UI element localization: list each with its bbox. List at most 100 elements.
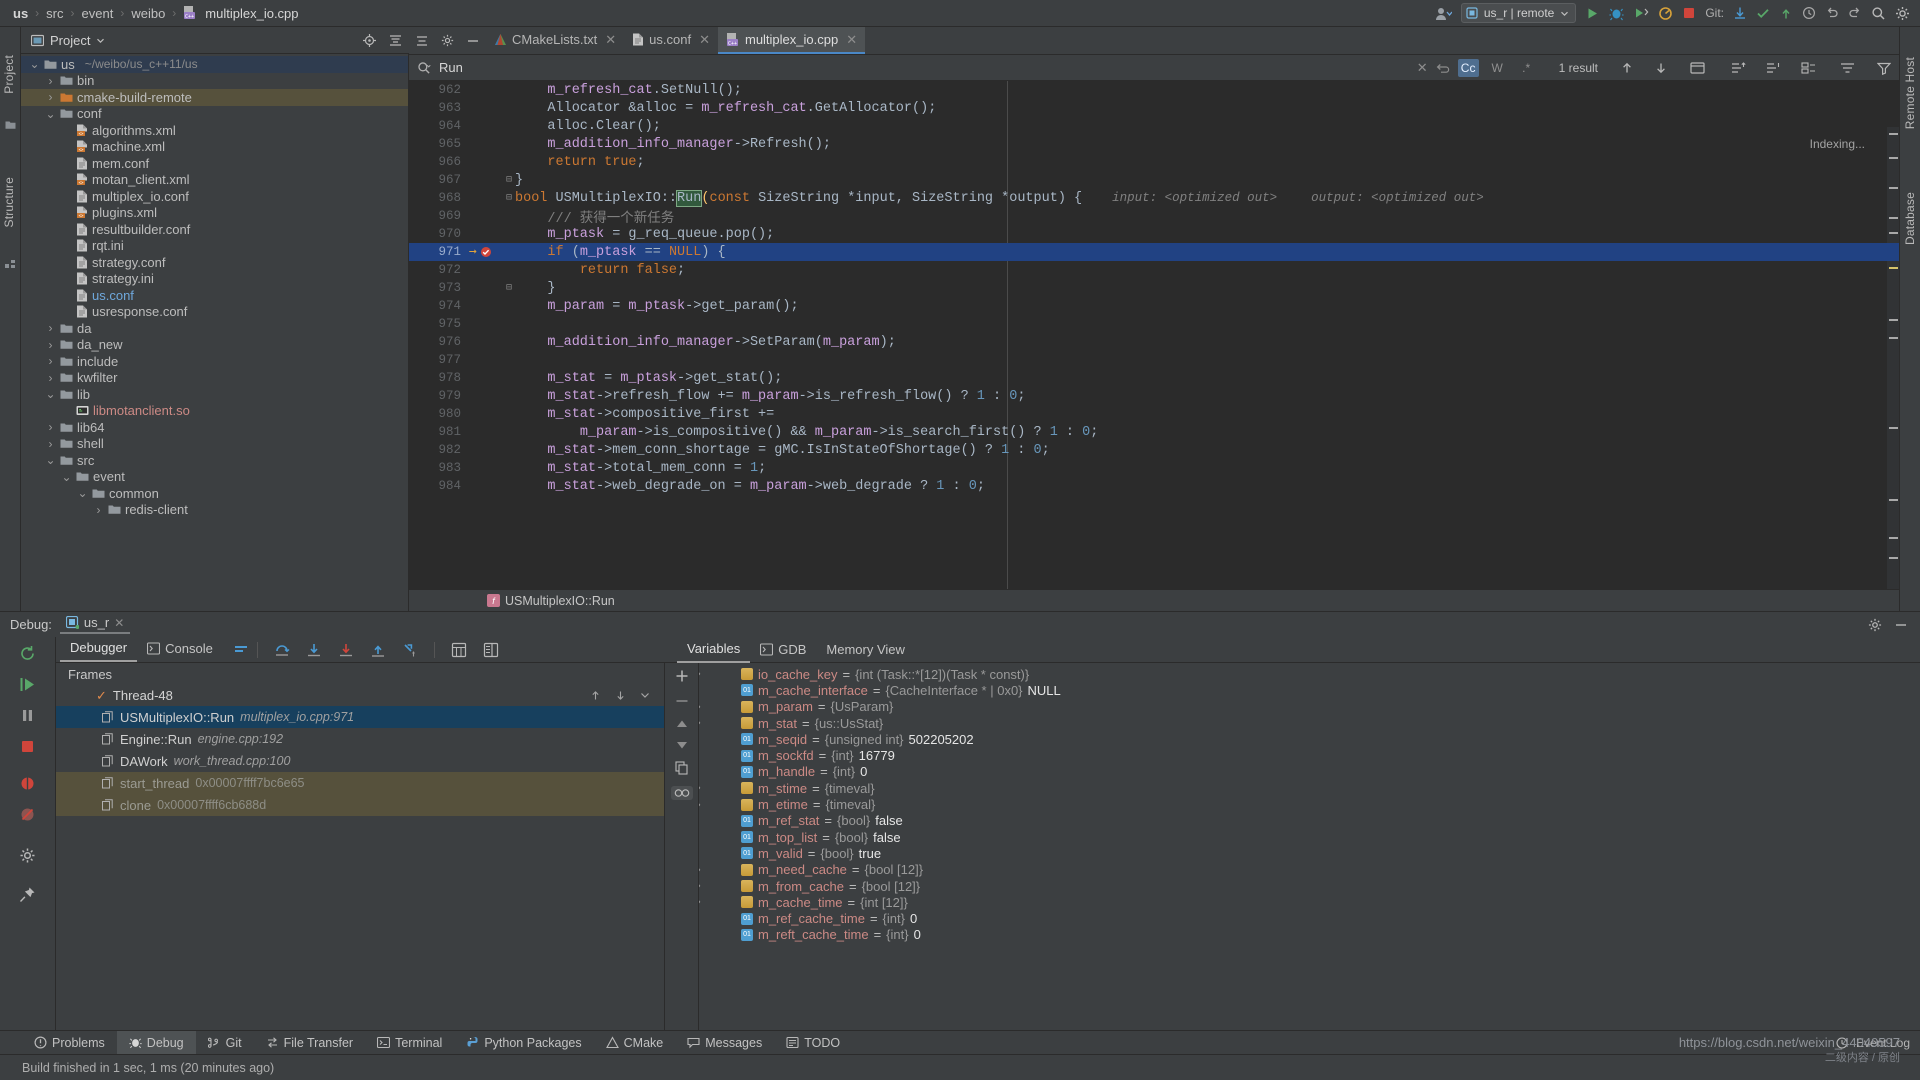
tab-variables[interactable]: Variables: [677, 638, 751, 663]
breadcrumb-item-3[interactable]: weibo: [128, 6, 168, 21]
tab-debugger[interactable]: Debugger: [60, 637, 138, 662]
code-editor[interactable]: Indexing... 962 m_refresh_cat.SetNull();…: [409, 81, 1899, 611]
chevron-right-icon[interactable]: ›: [699, 701, 701, 713]
project-tree-item-da-new[interactable]: › da_new: [21, 337, 408, 354]
find-next-icon[interactable]: [1654, 61, 1668, 75]
match-case-toggle[interactable]: Cc: [1457, 58, 1479, 77]
variable-row[interactable]: 01 m_sockfd = {int} 16779: [699, 747, 1899, 763]
editor-breadcrumb-bottom[interactable]: f USMultiplexIO::Run: [409, 589, 1899, 611]
chevron-right-icon[interactable]: ›: [45, 437, 56, 451]
chevron-right-icon[interactable]: ›: [45, 90, 56, 104]
variable-row[interactable]: 01 m_ref_cache_time = {int} 0: [699, 910, 1899, 926]
project-tree-item-machine-xml[interactable]: <> machine.xml: [21, 139, 408, 156]
tool-window-tab-database[interactable]: Database: [1903, 192, 1917, 245]
move-down-icon[interactable]: [676, 740, 688, 750]
project-tree-item-resultbuilder-conf[interactable]: resultbuilder.conf: [21, 221, 408, 238]
code-line-974[interactable]: 974 m_param = m_ptask->get_param();: [409, 297, 1899, 315]
editor-tab-multiplex-io-cpp[interactable]: C++ multiplex_io.cpp ✕: [717, 27, 866, 54]
project-tree-item-us[interactable]: ⌄ us ~/weibo/us_c++11/us: [21, 56, 408, 73]
frame-down-icon[interactable]: [615, 690, 626, 701]
editor-gear-icon[interactable]: [435, 27, 460, 54]
code-line-977[interactable]: 977: [409, 351, 1899, 369]
gutter-markers[interactable]: ➞: [469, 246, 503, 259]
editor-tab-cmakelists[interactable]: CMakeLists.txt ✕: [486, 27, 624, 54]
close-icon[interactable]: ✕: [114, 616, 124, 630]
layout-settings-icon[interactable]: [483, 642, 499, 658]
project-tree-item-usresponse-conf[interactable]: usresponse.conf: [21, 304, 408, 321]
run-with-coverage-button[interactable]: [1633, 6, 1649, 21]
step-into-icon[interactable]: [306, 642, 322, 658]
code-line-982[interactable]: 982 m_stat->mem_conn_shortage = gMC.IsIn…: [409, 441, 1899, 459]
find-input[interactable]: Run: [439, 60, 463, 75]
code-line-968[interactable]: 968 ⊟ bool USMultiplexIO::Run(const SizeSt…: [409, 189, 1899, 207]
code-line-972[interactable]: 972 return false;: [409, 261, 1899, 279]
chevron-right-icon[interactable]: ›: [45, 321, 56, 335]
chevron-down-icon[interactable]: ⌄: [61, 471, 72, 483]
variable-row[interactable]: 01 m_top_list = {bool} false: [699, 829, 1899, 845]
status-button-python-packages[interactable]: Python Packages: [454, 1036, 593, 1050]
project-tree-item-algorithms-xml[interactable]: <> algorithms.xml: [21, 122, 408, 139]
chevron-down-icon[interactable]: ⌄: [45, 388, 56, 400]
code-line-971[interactable]: 971 ➞ if (m_ptask == NULL) {: [409, 243, 1899, 261]
variable-row[interactable]: › m_cache_time={int [12]}: [699, 894, 1899, 910]
sort-occurrences-icon[interactable]: [1840, 61, 1855, 75]
variable-row[interactable]: 01 m_handle = {int} 0: [699, 764, 1899, 780]
project-tree-item-include[interactable]: › include: [21, 353, 408, 370]
settings-icon[interactable]: [19, 847, 36, 864]
code-line-976[interactable]: 976 m_addition_info_manager->SetParam(m_…: [409, 333, 1899, 351]
project-tree-item-us-conf[interactable]: us.conf: [21, 287, 408, 304]
project-tree-item-bin[interactable]: › bin: [21, 73, 408, 90]
chevron-right-icon[interactable]: ›: [699, 896, 701, 908]
breadcrumb-item-4[interactable]: multiplex_io.cpp: [202, 6, 301, 21]
code-line-983[interactable]: 983 m_stat->total_mem_conn = 1;: [409, 459, 1899, 477]
status-button-debug[interactable]: Debug: [116, 1030, 196, 1055]
project-tree-item-motan-client-xml[interactable]: <> motan_client.xml: [21, 172, 408, 189]
tool-window-tab-project[interactable]: Project: [2, 55, 16, 94]
redo-icon[interactable]: [1848, 6, 1862, 20]
code-line-966[interactable]: 966 return true;: [409, 153, 1899, 171]
project-tree-item-mem-conf[interactable]: mem.conf: [21, 155, 408, 172]
project-tree-item-da[interactable]: › da: [21, 320, 408, 337]
frames-list[interactable]: USMultiplexIO::Run multiplex_io.cpp:971 En…: [56, 706, 664, 816]
status-button-todo[interactable]: TODO: [774, 1036, 852, 1050]
run-to-cursor-icon[interactable]: [402, 642, 418, 658]
code-line-975[interactable]: 975: [409, 315, 1899, 333]
regex-toggle[interactable]: .*: [1516, 59, 1537, 77]
breadcrumb-item-1[interactable]: src: [43, 6, 66, 21]
move-up-icon[interactable]: [676, 719, 688, 729]
frame-row[interactable]: clone 0x00007ffff6cb688d: [56, 794, 664, 816]
gear-icon[interactable]: [1868, 618, 1882, 632]
status-button-file-transfer[interactable]: File Transfer: [254, 1036, 365, 1050]
git-update-icon[interactable]: [1733, 6, 1747, 20]
chevron-down-icon[interactable]: ⌄: [29, 58, 40, 70]
code-line-967[interactable]: 967 ⊟}: [409, 171, 1899, 189]
find-history-icon[interactable]: [1436, 61, 1450, 75]
project-tree-item-libmotanclient-so[interactable]: libmotanclient.so: [21, 403, 408, 420]
chevron-right-icon[interactable]: ›: [699, 668, 701, 680]
variable-row[interactable]: 01 m_valid = {bool} true: [699, 845, 1899, 861]
frame-row[interactable]: Engine::Run engine.cpp:192: [56, 728, 664, 750]
code-line-963[interactable]: 963 Allocator &alloc = m_refresh_cat.Get…: [409, 99, 1899, 117]
git-commit-icon[interactable]: [1756, 6, 1770, 20]
project-tree-item-redis-client[interactable]: › redis-client: [21, 502, 408, 519]
tab-console[interactable]: Console: [137, 638, 223, 661]
code-line-980[interactable]: 980 m_stat->compositive_first +=: [409, 405, 1899, 423]
project-tree-item-cmake-build-remote[interactable]: › cmake-build-remote: [21, 89, 408, 106]
editor-tab-usconf[interactable]: us.conf ✕: [624, 27, 718, 54]
project-tree-item-multiplex-io-conf[interactable]: multiplex_io.conf: [21, 188, 408, 205]
code-line-984[interactable]: 984 m_stat->web_degrade_on = m_param->we…: [409, 477, 1899, 495]
words-toggle[interactable]: W: [1487, 59, 1508, 77]
status-button-cmake[interactable]: CMake: [594, 1036, 676, 1050]
status-button-terminal[interactable]: Terminal: [365, 1036, 454, 1050]
close-icon[interactable]: ✕: [605, 32, 616, 48]
filter-icon[interactable]: [1877, 61, 1891, 75]
variable-row[interactable]: › io_cache_key={int (Task::*[12])(Task * …: [699, 666, 1899, 682]
status-button-messages[interactable]: Messages: [675, 1036, 774, 1050]
code-line-973[interactable]: 973 ⊟ }: [409, 279, 1899, 297]
variable-row[interactable]: › m_stat={us::UsStat}: [699, 715, 1899, 731]
code-line-978[interactable]: 978 m_stat = m_ptask->get_stat();: [409, 369, 1899, 387]
search-icon[interactable]: [417, 61, 431, 75]
clear-find-icon[interactable]: ✕: [1417, 60, 1428, 76]
pin-icon[interactable]: [19, 886, 36, 903]
project-tree-item-strategy-conf[interactable]: strategy.conf: [21, 254, 408, 271]
